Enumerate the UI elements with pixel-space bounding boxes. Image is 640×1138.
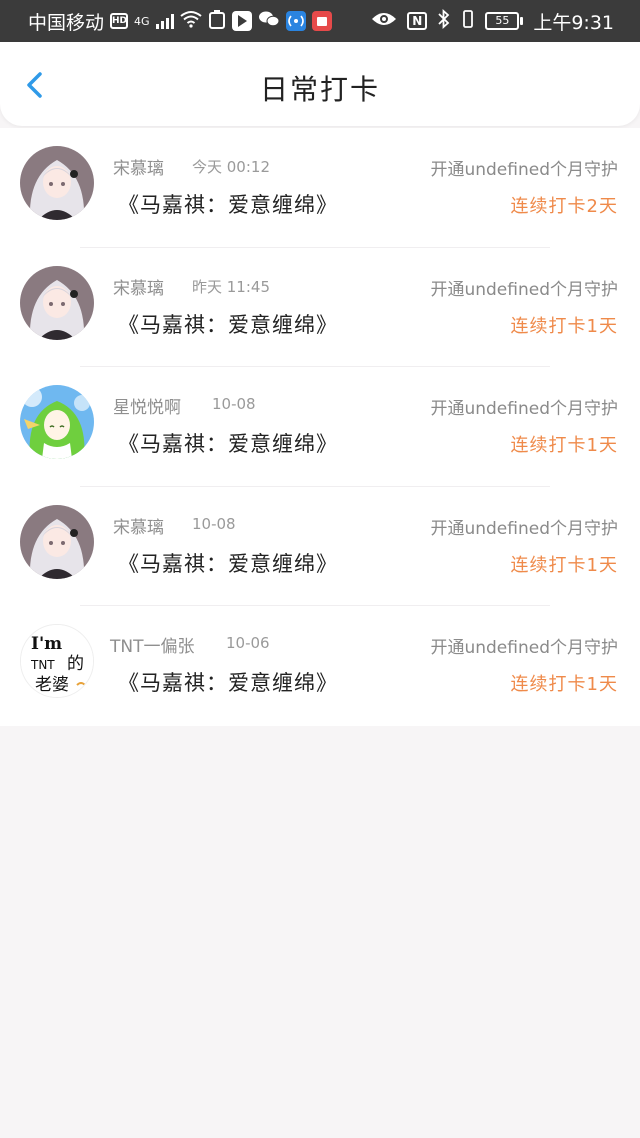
streak-label: 连续打卡1天: [510, 435, 618, 457]
avatar-text: 的: [67, 654, 84, 674]
streak-label: 连续打卡1天: [510, 554, 618, 576]
battery-level: 55: [485, 12, 520, 30]
song-title: 《马嘉祺：爱意缠绵》: [118, 671, 338, 696]
clipboard-icon: [208, 9, 226, 34]
song-title: 《马嘉祺：爱意缠绵》: [118, 193, 338, 217]
avatar[interactable]: I'm TNT 的 老婆: [20, 624, 94, 699]
song-title: 《马嘉祺：爱意缠绵》: [118, 551, 338, 576]
page-title: 日常打卡: [259, 73, 380, 106]
guard-info: 开通undefined个月守护: [430, 638, 618, 659]
checkin-row[interactable]: 宋慕璃 昨天 11:45 开通undefined个月守护 《马嘉祺：爱意缠绵》 …: [0, 248, 640, 368]
song-title: 《马嘉祺：爱意缠绵》: [118, 312, 338, 337]
nfc-icon: N: [407, 12, 428, 30]
wechat-icon: [258, 10, 280, 33]
status-bar: 中国移动 HD 4G N 55 上午9:31: [0, 0, 640, 42]
streak-label: 连续打卡1天: [510, 674, 618, 696]
red-app-icon: [311, 11, 332, 31]
avatar-text: 老婆: [35, 675, 69, 695]
vibrate-icon: [461, 9, 475, 34]
streak-label: 连续打卡1天: [510, 315, 618, 337]
guard-info: 开通undefined个月守护: [430, 279, 618, 300]
clock-label: 上午9:31: [533, 11, 614, 34]
guard-info: 开通undefined个月守护: [430, 518, 618, 539]
checkin-time: 10-08: [212, 395, 256, 414]
song-title: 《马嘉祺：爱意缠绵》: [118, 432, 338, 457]
avatar[interactable]: [20, 146, 94, 220]
guard-info: 开通undefined个月守护: [430, 399, 618, 420]
hotspot-app-icon: [285, 11, 306, 31]
checkin-row[interactable]: 宋慕璃 今天 00:12 开通undefined个月守护 《马嘉祺：爱意缠绵》 …: [0, 128, 640, 248]
avatar-text: TNT: [30, 658, 55, 672]
signal-icon: [155, 13, 174, 29]
user-name: 宋慕璃: [113, 278, 164, 299]
user-name: 星悦悦啊: [113, 398, 181, 419]
checkin-time: 今天 00:12: [192, 158, 270, 176]
checkin-row[interactable]: 宋慕璃 10-08 开通undefined个月守护 《马嘉祺：爱意缠绵》 连续打…: [0, 487, 640, 607]
bluetooth-icon: [437, 8, 451, 34]
checkin-time: 10-06: [226, 634, 270, 653]
user-name: 宋慕璃: [113, 517, 164, 538]
checkin-row[interactable]: 星悦悦啊 10-08 开通undefined个月守护 《马嘉祺：爱意缠绵》 连续…: [0, 367, 640, 487]
user-name: TNT一偏张: [110, 637, 195, 658]
battery-icon: 55: [485, 12, 524, 30]
page-header: 日常打卡: [0, 42, 640, 126]
play-app-icon: [231, 11, 252, 31]
guard-info: 开通undefined个月守护: [430, 160, 618, 180]
avatar-text: I'm: [31, 634, 62, 654]
carrier-label: 中国移动: [28, 11, 105, 34]
checkin-time: 昨天 11:45: [192, 277, 270, 296]
checkin-list: 宋慕璃 今天 00:12 开通undefined个月守护 《马嘉祺：爱意缠绵》 …: [0, 128, 640, 726]
user-name: 宋慕璃: [113, 159, 164, 179]
wifi-icon: [179, 10, 202, 33]
eye-icon: [371, 10, 397, 32]
streak-label: 连续打卡2天: [510, 196, 618, 217]
checkin-time: 10-08: [192, 514, 236, 533]
avatar[interactable]: [20, 265, 94, 340]
hd-icon: HD: [110, 13, 129, 29]
avatar[interactable]: [20, 385, 94, 460]
network-type-label: 4G: [134, 14, 150, 28]
avatar[interactable]: [20, 504, 94, 579]
checkin-row[interactable]: I'm TNT 的 老婆 TNT一偏张 10-06 开通undefined个月守…: [0, 606, 640, 726]
